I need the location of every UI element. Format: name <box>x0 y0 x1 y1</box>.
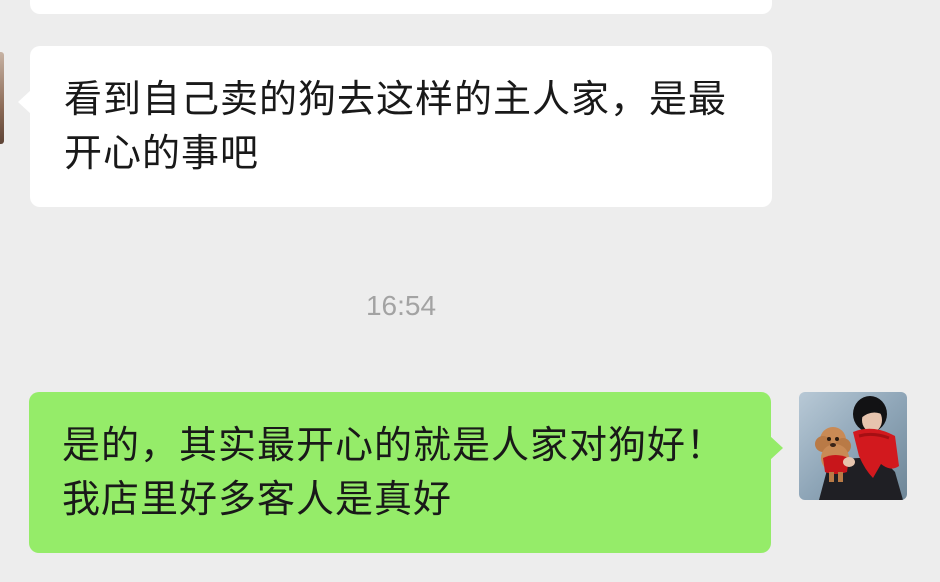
incoming-message-text: 看到自己卖的狗去这样的主人家，是最开心的事吧 <box>64 77 728 175</box>
user-avatar[interactable] <box>799 392 907 500</box>
chat-view: 看到自己卖的狗去这样的主人家，是最开心的事吧 16:54 是的，其实最开心的就是… <box>0 0 940 582</box>
incoming-message-bubble[interactable]: 看到自己卖的狗去这样的主人家，是最开心的事吧 <box>18 46 772 207</box>
avatar-photo-icon <box>799 392 907 500</box>
message-timestamp: 16:54 <box>365 290 437 321</box>
previous-message-bubble[interactable] <box>30 0 772 14</box>
contact-avatar[interactable] <box>0 52 4 144</box>
outgoing-message-bubble[interactable]: 是的，其实最开心的就是人家对狗好！我店里好多客人是真好 <box>29 392 783 553</box>
outgoing-message-text: 是的，其实最开心的就是人家对狗好！我店里好多客人是真好 <box>62 423 726 521</box>
